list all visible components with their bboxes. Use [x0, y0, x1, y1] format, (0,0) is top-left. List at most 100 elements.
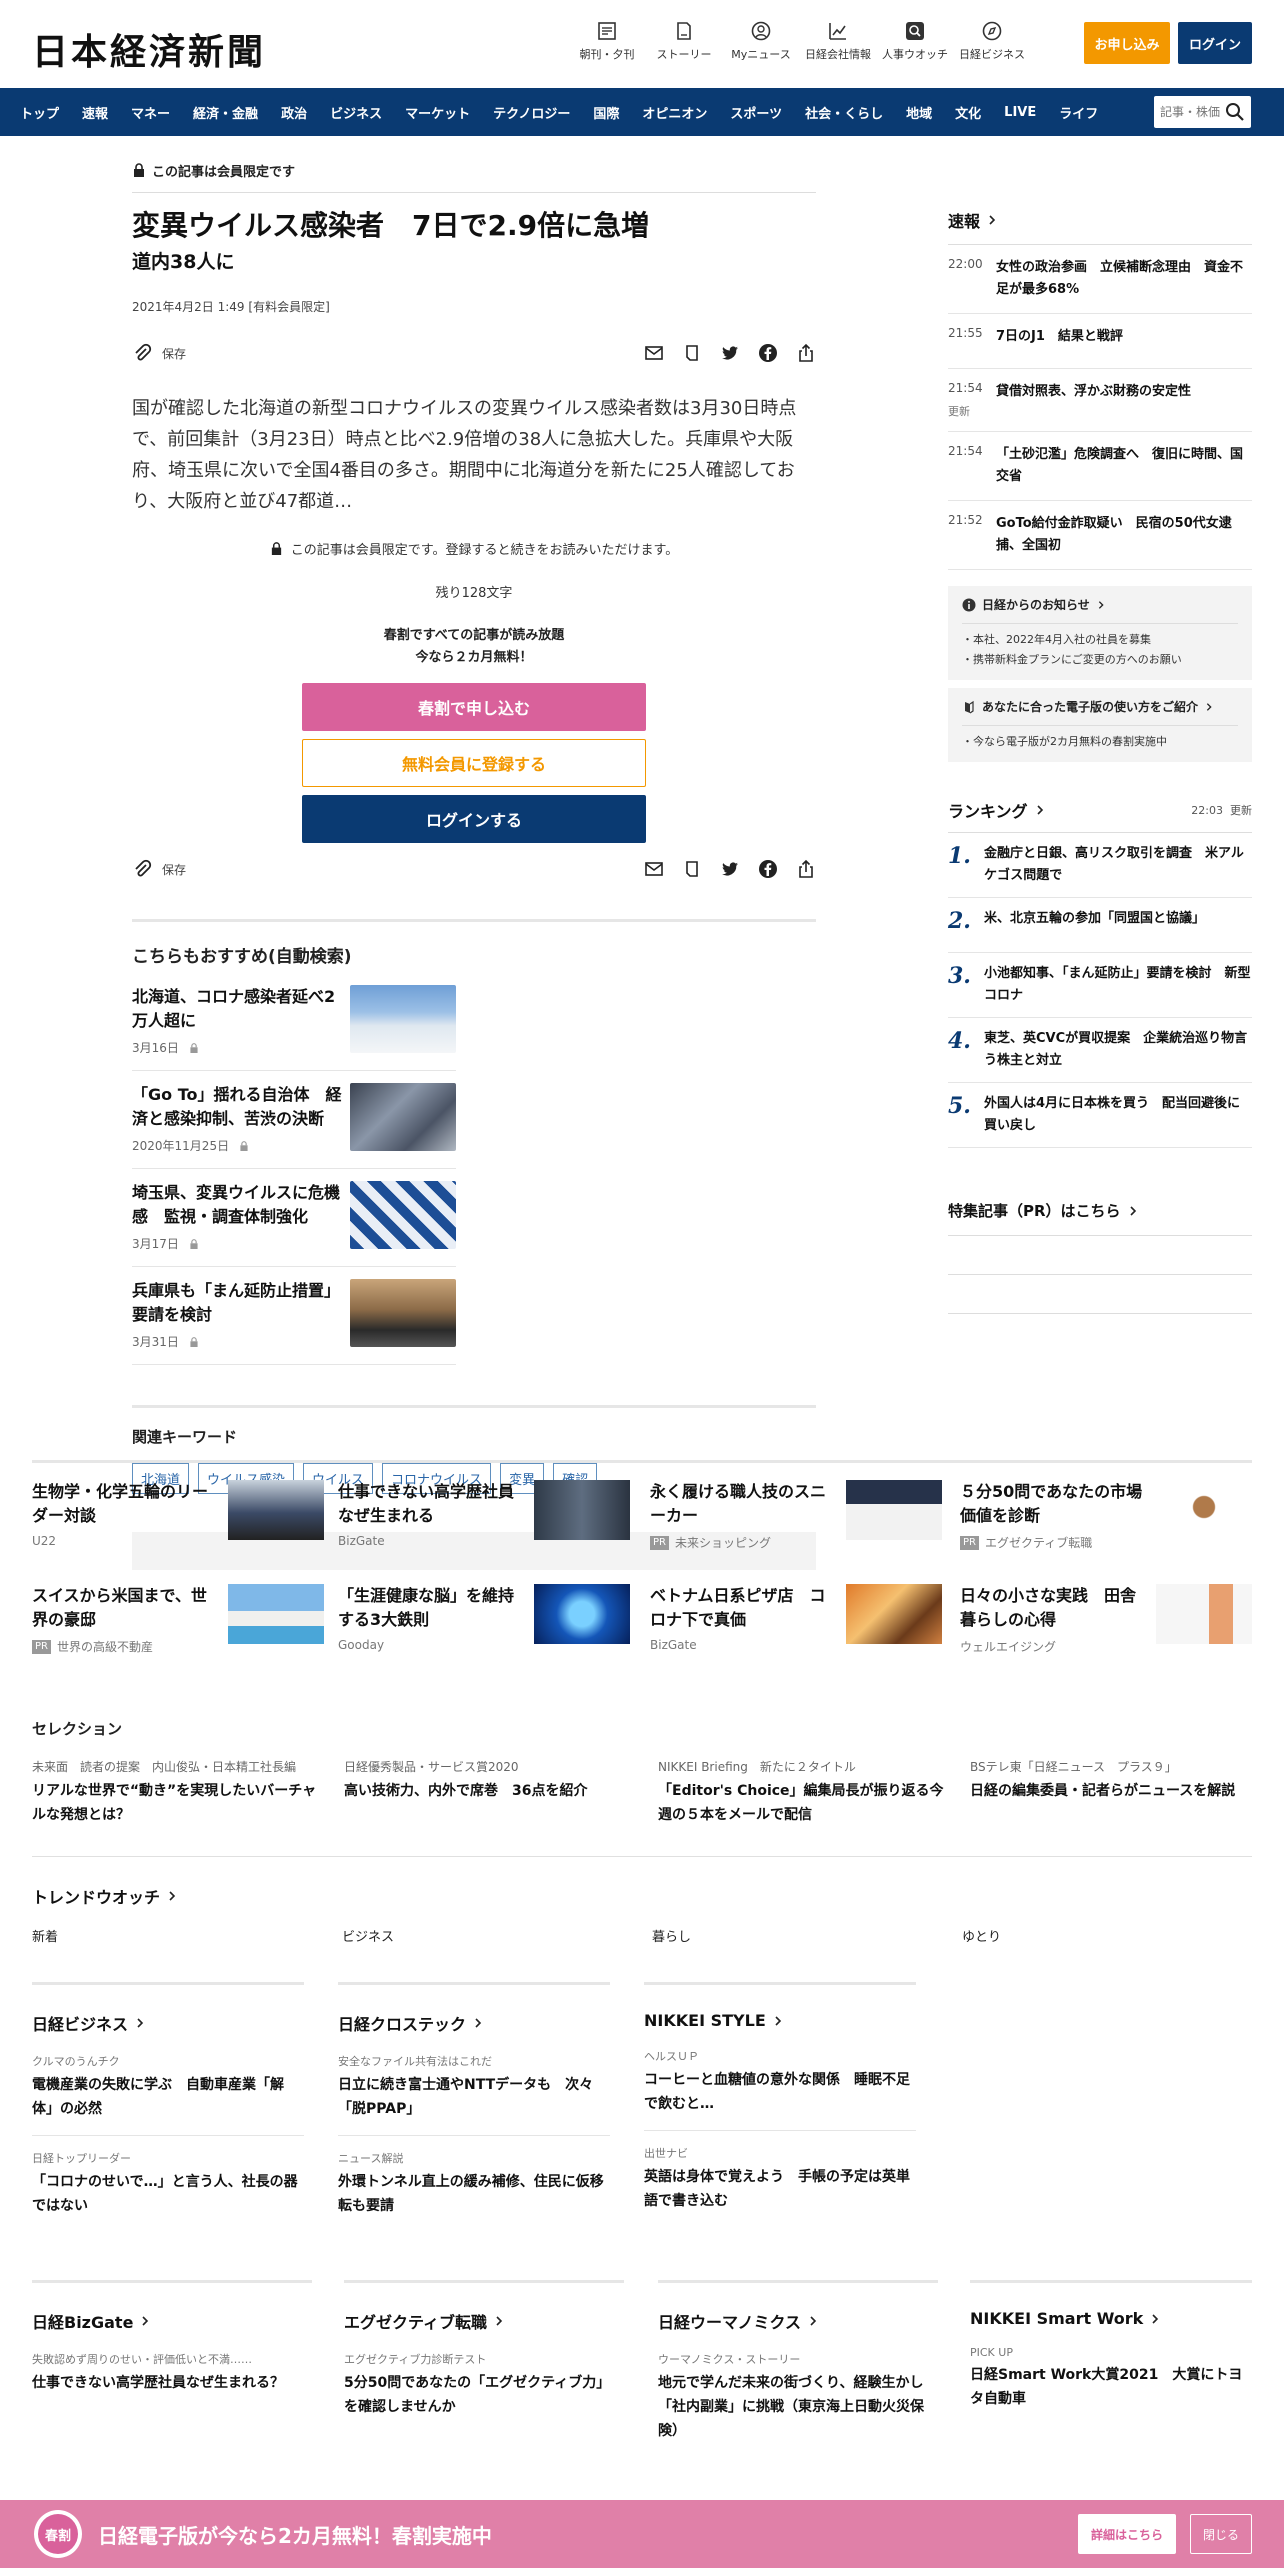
nav-item[interactable]: 社会・くらし — [805, 103, 883, 122]
twitter-icon[interactable] — [720, 859, 740, 879]
sokuho-item[interactable]: 21:55 7日のJ1 結果と戦評 — [948, 314, 1252, 369]
facebook-icon[interactable] — [758, 343, 778, 363]
facebook-icon[interactable] — [758, 859, 778, 879]
guide-item[interactable]: ・今なら電子版が2カ月無料の春割実施中 — [962, 732, 1238, 752]
ranking-item[interactable]: 1. 金融庁と日銀、高リスク取引を調査 米アルケゴス問題で — [948, 833, 1252, 898]
group-item[interactable]: ウーマノミクス・ストーリー 地元で学んだ未来の街づくり、経験生かし「社内副業」に挑… — [658, 2351, 938, 2443]
ad-item[interactable]: 生物学・化学五輪のリーダー対談 U22 — [32, 1480, 324, 1548]
nikkei-logo[interactable]: 日本経済新聞 — [32, 23, 266, 75]
guide-heading[interactable]: あなたに合った電子版の使い方をご紹介 — [962, 698, 1238, 715]
pr-heading[interactable]: 特集記事（PR）はこちら — [948, 1200, 1252, 1221]
nav-item[interactable]: 速報 — [82, 103, 108, 122]
selection-item[interactable]: 未来面 読者の提案 内山俊弘・日本精工社長編 リアルな世界で“動き”を実現したいバ… — [32, 1758, 322, 1827]
nav-item[interactable]: トップ — [20, 103, 59, 122]
notice-item[interactable]: ・本社、2022年4月入社の社員を募集 — [962, 630, 1238, 650]
banner-close-button[interactable]: 閉じる — [1190, 2514, 1252, 2554]
trend-tab-new[interactable]: 新着 — [32, 1926, 58, 1945]
thumbnail-snow-city — [350, 985, 456, 1053]
note-icon[interactable] — [682, 343, 702, 363]
ad-item[interactable]: ベトナム日系ピザ店 コロナ下で真価 BizGate — [650, 1584, 942, 1652]
group-item[interactable]: 出世ナビ 英語は身体で覚えよう 手帳の予定は英単語で書き込む — [644, 2145, 916, 2213]
header-link-jinji[interactable]: 人事ウオッチ — [880, 20, 950, 62]
recommend-item[interactable]: 「Go To」揺れる自治体 経済と感染抑制、苦渋の決断 2020年11月25日 — [132, 1071, 456, 1169]
share-icon[interactable] — [796, 859, 816, 879]
recommend-item[interactable]: 兵庫県も「まん延防止措置」要請を検討 3月31日 — [132, 1267, 456, 1365]
header-link-paper[interactable]: 朝刊・夕刊 — [572, 20, 642, 62]
group-item[interactable]: ニュース解説 外環トンネル直上の緩み補修、住民に仮移転も要請 — [338, 2150, 610, 2218]
ranking-heading[interactable]: ランキング — [948, 798, 1046, 822]
group-item[interactable]: 失敗認めず周りのせい・評価低いと不満…… 仕事できない高学歴社員なぜ生まれる？ — [32, 2351, 312, 2395]
ad-item[interactable]: 永く履ける職人技のスニーカー PR 未来ショッピング — [650, 1480, 942, 1551]
search-input[interactable] — [1160, 102, 1220, 122]
header-link-company[interactable]: 日経会社情報 — [803, 20, 873, 62]
spring-subscribe-button[interactable]: 春割で申し込む — [302, 683, 646, 731]
group-item[interactable]: エグゼクティブ力診断テスト 5分50問であなたの「エグゼクティブ力」を確認しません… — [344, 2351, 624, 2419]
ranking-item[interactable]: 2. 米、北京五輪の参加「同盟国と協議」 — [948, 898, 1252, 953]
search-icon[interactable] — [1225, 102, 1245, 122]
share-icon[interactable] — [796, 343, 816, 363]
trend-heading[interactable]: トレンドウオッチ — [32, 1884, 178, 1908]
sokuho-item[interactable]: 21:54 貸借対照表、浮かぶ財務の安定性 更新 — [948, 369, 1252, 432]
nav-item[interactable]: ライフ — [1059, 103, 1098, 122]
sokuho-item[interactable]: 21:52 GoTo給付金詐取疑い 民宿の50代女逮捕、全国初 — [948, 501, 1252, 570]
save-button[interactable]: 保存 — [162, 345, 186, 362]
trend-tab-leisure[interactable]: ゆとり — [962, 1926, 1001, 1945]
article-login-button[interactable]: ログインする — [302, 795, 646, 843]
nav-item[interactable]: 文化 — [955, 103, 981, 122]
nav-item[interactable]: スポーツ — [730, 103, 782, 122]
group-item[interactable]: クルマのうんチク 電機産業の失敗に学ぶ 自動車産業「解体」の必然 — [32, 2053, 304, 2121]
recommend-item[interactable]: 埼玉県、変異ウイルスに危機感 監視・調査体制強化 3月17日 — [132, 1169, 456, 1267]
sokuho-item[interactable]: 22:00 女性の政治参画 立候補断念理由 資金不足が最多68% — [948, 245, 1252, 314]
ad-item[interactable]: 日々の小さな実践 田舎暮らしの心得 ウェルエイジング — [960, 1584, 1252, 1655]
nav-item[interactable]: 地域 — [906, 103, 932, 122]
login-button[interactable]: ログイン — [1178, 22, 1252, 64]
header-link-business[interactable]: 日経ビジネス — [957, 20, 1027, 62]
nav-item[interactable]: ビジネス — [330, 103, 382, 122]
ad-item[interactable]: 仕事できない高学歴社員なぜ生まれる BizGate — [338, 1480, 630, 1548]
nav-item[interactable]: オピニオン — [642, 103, 707, 122]
divider — [32, 1460, 1252, 1463]
group-item[interactable]: PICK UP 日経Smart Work大賞2021 大賞にトヨタ自動車 — [970, 2346, 1252, 2411]
sokuho-heading[interactable]: 速報 — [948, 208, 1252, 232]
header-link-mynews[interactable]: Myニュース — [726, 20, 796, 62]
mail-icon[interactable] — [644, 859, 664, 879]
recommend-heading: こちらもおすすめ(自動検索) — [132, 947, 352, 967]
recommend-item[interactable]: 北海道、コロナ感染者延べ2万人超に 3月16日 — [132, 973, 456, 1071]
note-icon[interactable] — [682, 859, 702, 879]
notice-item[interactable]: ・携帯新料金プランにご変更の方へのお願い — [962, 650, 1238, 670]
selection-item[interactable]: BSテレ東「日経ニュース プラス９」 日経の編集委員・記者らがニュースを解説 — [970, 1758, 1260, 1803]
selection-item[interactable]: NIKKEI Briefing 新たに２タイトル 「Editor's Choice… — [658, 1758, 948, 1827]
ad-item[interactable]: ５分50問であなたの市場価値を診断 PR エグゼクティブ転職 — [960, 1480, 1252, 1551]
sokuho-item[interactable]: 21:54 「土砂氾濫」危険調査へ 復旧に時間、国交省 — [948, 432, 1252, 501]
banner-detail-button[interactable]: 詳細はこちら — [1078, 2514, 1176, 2554]
lock-icon — [190, 1238, 198, 1249]
group-item[interactable]: 安全なファイル共有法はこれだ 日立に続き富士通やNTTデータも 次々「脱PPAP」 — [338, 2053, 610, 2121]
notice-heading[interactable]: 日経からのお知らせ — [962, 596, 1238, 613]
ad-item[interactable]: 「生涯健康な脳」を維持する3大鉄則 Gooday — [338, 1584, 630, 1652]
trend-tab-life[interactable]: 暮らし — [652, 1926, 691, 1945]
nav-item[interactable]: 政治 — [281, 103, 307, 122]
nav-item[interactable]: LIVE — [1004, 105, 1036, 120]
free-register-button[interactable]: 無料会員に登録する — [302, 739, 646, 787]
header-link-story[interactable]: ストーリー — [649, 20, 719, 62]
nav-item[interactable]: 国際 — [593, 103, 619, 122]
nav-item[interactable]: マーケット — [405, 103, 470, 122]
ad-item[interactable]: スイスから米国まで、世界の豪邸 PR 世界の高級不動産 — [32, 1584, 324, 1655]
group-item[interactable]: 日経トップリーダー 「コロナのせいで…」と言う人、社長の器ではない — [32, 2150, 304, 2218]
twitter-icon[interactable] — [720, 343, 740, 363]
nav-item[interactable]: テクノロジー — [493, 103, 570, 122]
nav-item[interactable]: 経済・金融 — [193, 103, 258, 122]
save-button[interactable]: 保存 — [162, 861, 186, 878]
clip-icon[interactable] — [132, 859, 152, 879]
ranking-item[interactable]: 4. 東芝、英CVCが買収提案 企業統治巡り物言う株主と対立 — [948, 1018, 1252, 1083]
apply-button[interactable]: お申し込み — [1084, 22, 1170, 64]
selection-item[interactable]: 日経優秀製品・サービス賞2020 高い技術力、内外で席巻 36点を紹介 — [344, 1758, 634, 1803]
mail-icon[interactable] — [644, 343, 664, 363]
clip-icon[interactable] — [132, 343, 152, 363]
ranking-item[interactable]: 5. 外国人は4月に日本株を買う 配当回避後に買い戻し — [948, 1083, 1252, 1148]
nav-item[interactable]: マネー — [131, 103, 170, 122]
trend-tab-business[interactable]: ビジネス — [342, 1926, 394, 1945]
chevron-right-icon — [1036, 805, 1043, 815]
group-item[interactable]: ヘルスＵＰ コーヒーと血糖値の意外な関係 睡眠不足で飲むと… — [644, 2048, 916, 2116]
ranking-item[interactable]: 3. 小池都知事、「まん延防止」要請を検討 新型コロナ — [948, 953, 1252, 1018]
